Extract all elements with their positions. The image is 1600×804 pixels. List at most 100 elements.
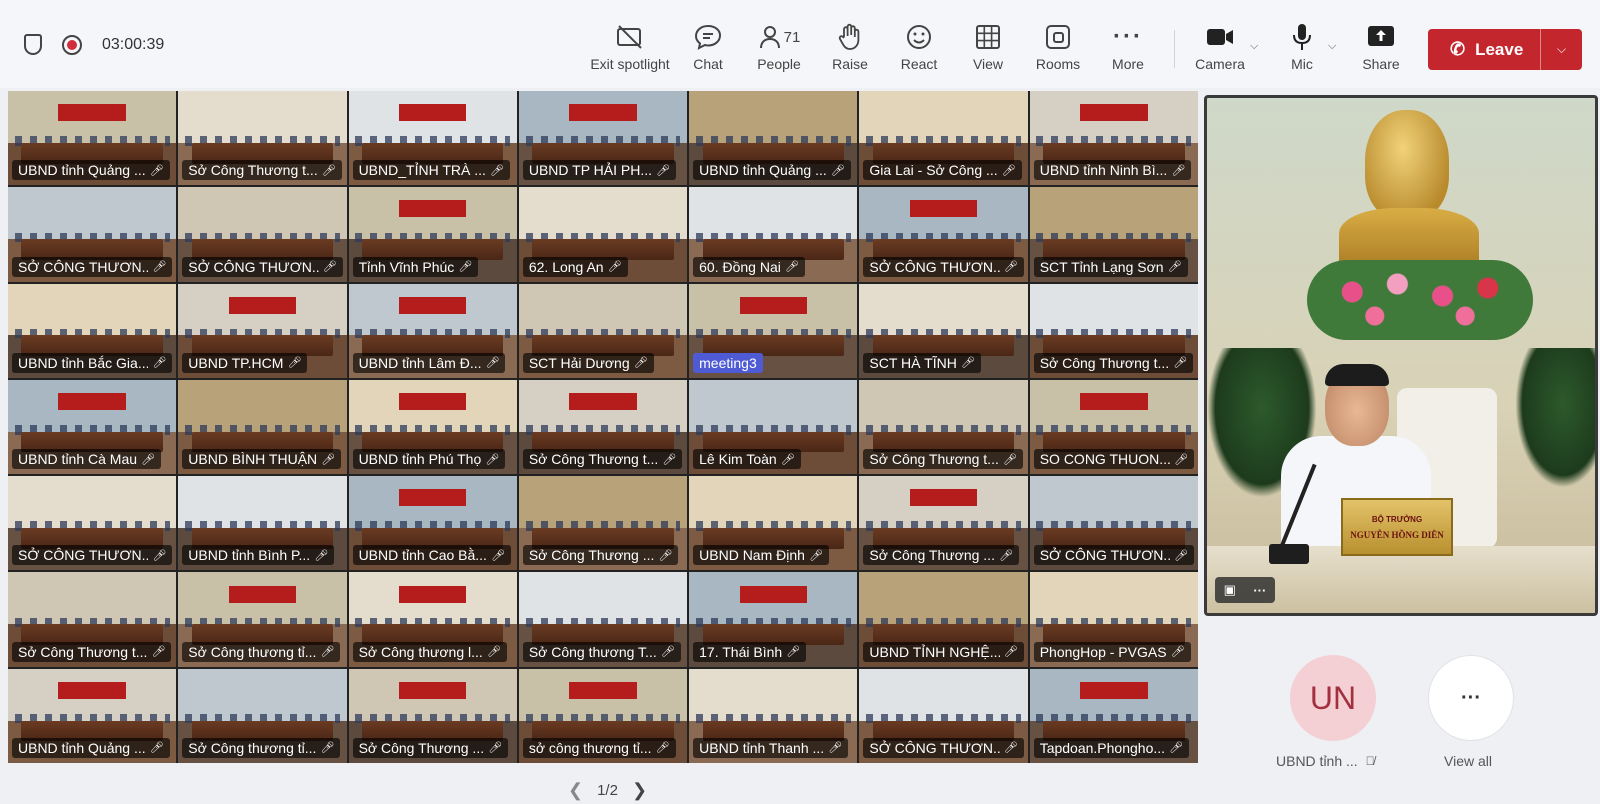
participant-tile[interactable]: UBND tỉnh Phú Thọ 🎤︎ xyxy=(348,379,517,475)
raise-hand-button[interactable]: Raise xyxy=(830,22,870,80)
participant-tile[interactable]: SCT HÀ TĨNH 🎤︎ xyxy=(859,283,1028,378)
avatar[interactable]: UN xyxy=(1290,655,1376,741)
participant-name-tag: 17. Thái Bình 🎤︎ xyxy=(693,641,807,662)
tile-video-background xyxy=(1029,476,1198,528)
participant-tile[interactable]: PhongHop - PVGAS 🎤︎ xyxy=(1029,572,1198,667)
participant-tile[interactable]: SO CONG THUON... 🎤︎ xyxy=(1029,379,1198,475)
raise-label: Raise xyxy=(832,56,868,72)
view-button[interactable]: View xyxy=(968,22,1008,80)
participant-name-tag: UBND BÌNH THUẬN 🎤︎ xyxy=(182,449,342,470)
record-icon[interactable] xyxy=(62,34,82,55)
exit-spotlight-button[interactable]: Exit spotlight xyxy=(585,22,675,80)
participant-tile[interactable]: UBND tỉnh Bình P... 🎤︎ xyxy=(178,476,347,571)
tile-video-banner xyxy=(399,296,467,314)
mic-options-chevron-icon[interactable]: ⌵ xyxy=(1328,40,1336,53)
leave-label: Leave xyxy=(1475,39,1524,59)
mic-off-icon: 🎤︎ xyxy=(786,646,801,659)
react-icon xyxy=(905,22,933,52)
participant-tile[interactable]: Sở Công thương tỉ... 🎤︎ xyxy=(178,668,347,763)
participant-tile[interactable]: UBND BÌNH THUẬN 🎤︎ xyxy=(178,379,347,475)
participant-tile[interactable]: 17. Thái Bình 🎤︎ xyxy=(689,572,858,667)
participant-name: 17. Thái Bình xyxy=(699,643,783,660)
participant-tile[interactable]: Sở Công Thương t... 🎤︎ xyxy=(859,379,1028,475)
more-options-icon[interactable]: ··· xyxy=(1253,583,1266,598)
participant-name-tag: SCT Hải Dương 🎤︎ xyxy=(522,352,654,373)
participant-tile[interactable]: UBND TP HẢI PH... 🎤︎ xyxy=(518,91,688,186)
nameplate: BỘ TRƯỞNG NGUYỄN HỒNG DIÊN xyxy=(1341,498,1453,556)
leave-button[interactable]: ✆ Leave ⌵ xyxy=(1428,29,1582,70)
leave-main[interactable]: ✆ Leave xyxy=(1428,39,1540,60)
participant-tile[interactable]: Gia Lai - Sở Công ... 🎤︎ xyxy=(859,91,1028,186)
participant-tile[interactable]: SỞ CÔNG THƯƠN... 🎤︎ xyxy=(8,476,177,571)
participant-tile[interactable]: Sở Công thương l... 🎤︎ xyxy=(348,572,517,667)
leave-options-chevron-icon[interactable]: ⌵ xyxy=(1541,42,1582,57)
participant-tile[interactable]: UBND tỉnh Thanh ... 🎤︎ xyxy=(689,668,858,763)
people-icon xyxy=(759,26,780,49)
participant-tile[interactable]: UBND tỉnh Cà Mau 🎤︎ xyxy=(8,379,177,475)
camera-icon xyxy=(1206,22,1234,52)
participant-tile[interactable]: Sở Công Thương ... 🎤︎ xyxy=(859,476,1028,571)
participant-tile[interactable]: SỞ CÔNG THƯƠN... 🎤︎ xyxy=(859,668,1028,763)
participant-tile[interactable]: 60. Đồng Nai 🎤︎ xyxy=(689,187,858,282)
participant-tile[interactable]: 62. Long An 🎤︎ xyxy=(518,187,688,282)
participant-tile[interactable]: meeting3 xyxy=(689,283,858,378)
chat-button[interactable]: Chat xyxy=(690,22,726,80)
next-page-icon[interactable]: ❯ xyxy=(632,780,647,801)
previous-page-icon[interactable]: ❮ xyxy=(568,780,583,801)
participant-tile[interactable]: Lê Kim Toàn 🎤︎ xyxy=(689,379,858,475)
mic-off-icon: 🎤︎ xyxy=(656,164,670,177)
participant-tile[interactable]: SỞ CÔNG THƯƠN... 🎤︎ xyxy=(8,187,177,282)
camera-options-chevron-icon[interactable]: ⌵ xyxy=(1250,40,1258,53)
participant-tile[interactable]: UBND tỉnh Quảng ... 🎤︎ xyxy=(8,668,177,763)
participant-tile[interactable]: Sở Công Thương ... 🎤︎ xyxy=(348,668,517,763)
view-all-button[interactable]: ··· xyxy=(1428,655,1514,741)
more-button[interactable]: ··· More xyxy=(1108,22,1148,80)
participant-tile[interactable]: UBND_TỈNH TRÀ ... 🎤︎ xyxy=(348,91,517,186)
participant-name: Sở Công thương l... xyxy=(358,643,483,660)
shield-icon[interactable] xyxy=(24,34,42,55)
participant-tile[interactable]: UBND TỈNH NGHỆ... 🎤︎ xyxy=(859,572,1028,667)
participant-tile[interactable]: Tapdoan.Phongho... 🎤︎ xyxy=(1029,668,1198,763)
rooms-button[interactable]: Rooms xyxy=(1036,22,1080,80)
participant-tile[interactable]: SCT Hải Dương 🎤︎ xyxy=(518,283,688,378)
participant-tile[interactable]: Sở Công Thương ... 🎤︎ xyxy=(518,476,688,571)
tile-video-background xyxy=(8,572,177,625)
mic-button[interactable]: Mic xyxy=(1288,22,1316,80)
participant-tile[interactable]: Sở Công thương T... 🎤︎ xyxy=(518,572,688,667)
spotlight-controls[interactable]: ▣ ··· xyxy=(1215,577,1275,603)
participant-tile[interactable]: UBND tỉnh Bắc Gia... 🎤︎ xyxy=(8,283,177,378)
participant-tile[interactable]: SỞ CÔNG THƯƠN... 🎤︎ xyxy=(859,187,1028,282)
participant-tile[interactable]: UBND tỉnh Cao Bằ... 🎤︎ xyxy=(348,476,517,571)
participant-tile[interactable]: Sở Công Thương t... 🎤︎ xyxy=(518,379,688,475)
participant-tile[interactable]: Sở Công thương tỉ... 🎤︎ xyxy=(178,572,347,667)
participant-name-tag: UBND tỉnh Bắc Gia... 🎤︎ xyxy=(12,352,173,373)
pin-icon[interactable]: ▣ xyxy=(1224,582,1236,598)
participant-tile[interactable]: UBND tỉnh Ninh Bì... 🎤︎ xyxy=(1029,91,1198,186)
tile-video-banner xyxy=(909,489,978,507)
participant-tile[interactable]: SCT Tỉnh Lạng Sơn 🎤︎ xyxy=(1029,187,1198,282)
spotlight-video[interactable]: BỘ TRƯỞNG NGUYỄN HỒNG DIÊN ▣ ··· xyxy=(1204,95,1598,616)
participant-tile[interactable]: Sở Công Thương t... 🎤︎ xyxy=(8,572,177,667)
participant-tile[interactable]: UBND tỉnh Quảng ... 🎤︎ xyxy=(8,91,177,186)
tile-video-background xyxy=(1029,187,1198,240)
participant-tile[interactable]: UBND Nam Định 🎤︎ xyxy=(689,476,858,571)
mic-off-icon: 🎤︎ xyxy=(321,164,336,177)
mic-off-icon: 🎤︎ xyxy=(1170,646,1185,659)
participant-tile[interactable]: UBND tỉnh Lâm Đ... 🎤︎ xyxy=(348,283,517,378)
camera-button[interactable]: Camera xyxy=(1195,22,1245,80)
participant-tile[interactable]: UBND TP.HCM 🎤︎ xyxy=(178,283,347,378)
participant-tile[interactable]: UBND tỉnh Quảng ... 🎤︎ xyxy=(689,91,858,186)
participant-tile[interactable]: Tỉnh Vĩnh Phúc 🎤︎ xyxy=(348,187,517,282)
participant-tile[interactable]: sở công thương tỉ... 🎤︎ xyxy=(518,668,688,763)
mic-off-icon: 🎤︎ xyxy=(780,453,795,466)
chat-label: Chat xyxy=(693,56,723,72)
people-button[interactable]: 71 People xyxy=(754,22,804,80)
participant-tile[interactable]: Sở Công Thương t... 🎤︎ xyxy=(1029,283,1198,378)
participant-tile[interactable]: SỞ CÔNG THƯƠN... 🎤︎ xyxy=(178,187,347,282)
participant-tile[interactable]: Sở Công Thương t... 🎤︎ xyxy=(178,91,347,186)
share-button[interactable]: Share xyxy=(1360,22,1402,80)
tile-video-background xyxy=(859,572,1028,625)
participant-name-tag: UBND TỈNH NGHỆ... 🎤︎ xyxy=(863,641,1024,662)
react-button[interactable]: React xyxy=(898,22,940,80)
participant-tile[interactable]: SỞ CÔNG THƯƠN... 🎤︎ xyxy=(1029,476,1198,571)
